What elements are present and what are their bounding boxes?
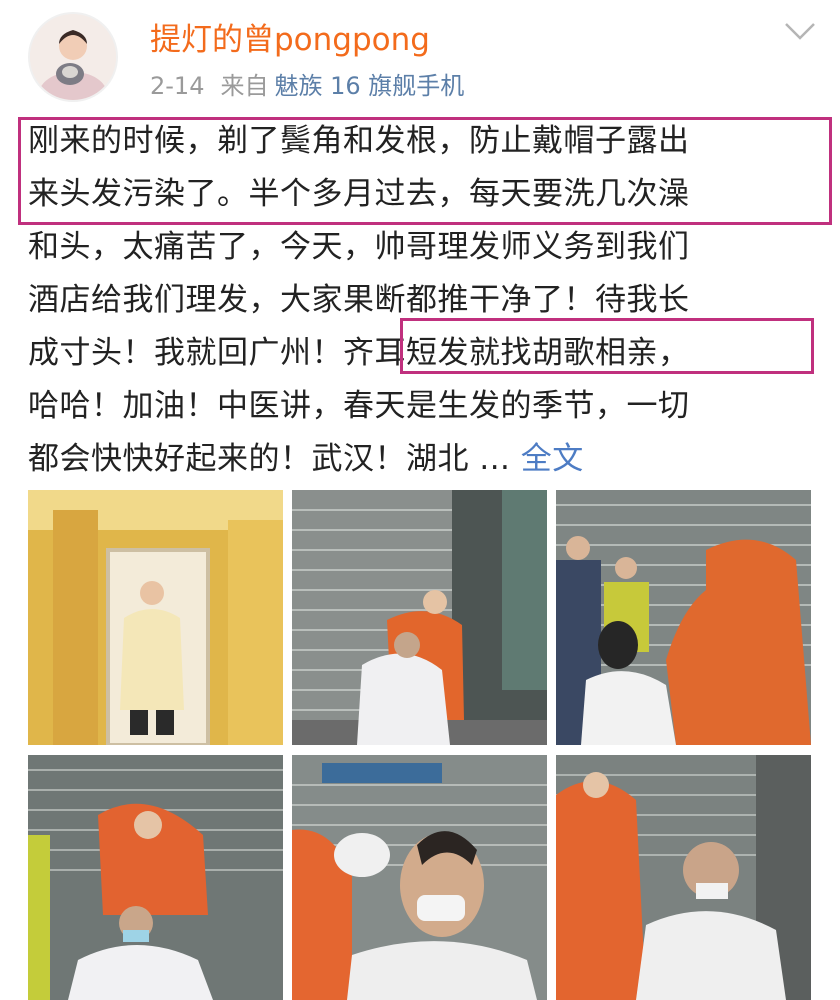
post-line: 哈哈！加油！中医讲，春天是生发的季节，一切 (28, 388, 690, 424)
photo-woman-yellow-coat-in-hallway[interactable] (28, 490, 283, 745)
device-link[interactable]: 魅族 16 旗舰手机 (274, 72, 464, 100)
post-line: 刚来的时候，剃了鬓角和发根，防止戴帽子露出 (28, 123, 690, 159)
photo-bald-man-after-haircut[interactable] (556, 755, 811, 1000)
post-line: 和头，太痛苦了，今天，帅哥理发师义务到我们 (28, 229, 690, 265)
username[interactable]: 提灯的曾pongpong (150, 14, 430, 59)
photo-child-haircut[interactable] (28, 755, 283, 1000)
post-text: 刚来的时候，剃了鬓角和发根，防止戴帽子露出 来头发污染了。半个多月过去，每天要洗… (28, 115, 828, 486)
post-date: 2-14 (150, 72, 205, 100)
post-line-last: 都会快快好起来的！武汉！湖北 ... 全文 (28, 433, 828, 486)
photo-haircut-woman-orange-suit[interactable] (556, 490, 811, 745)
post-meta: 2-14 来自 魅族 16 旗舰手机 (150, 66, 464, 101)
post-line: 酒店给我们理发，大家果断都推干净了！待我长 (28, 282, 690, 318)
avatar[interactable] (28, 12, 118, 102)
post-header: 提灯的曾pongpong 2-14 来自 魅族 16 旗舰手机 (0, 0, 840, 110)
chevron-down-icon[interactable] (782, 18, 818, 44)
photo-man-haircut-clippers[interactable] (292, 755, 547, 1000)
post-line: 来头发污染了。半个多月过去，每天要洗几次澡 (28, 176, 690, 212)
post-line-text: 都会快快好起来的！武汉！湖北 ... (28, 441, 511, 477)
expand-full-text-link[interactable]: 全文 (521, 441, 584, 477)
photo-haircut-street-1[interactable] (292, 490, 547, 745)
source-prefix: 来自 (220, 72, 269, 100)
post-line: 成寸头！我就回广州！齐耳短发就找胡歌相亲， (28, 335, 690, 371)
